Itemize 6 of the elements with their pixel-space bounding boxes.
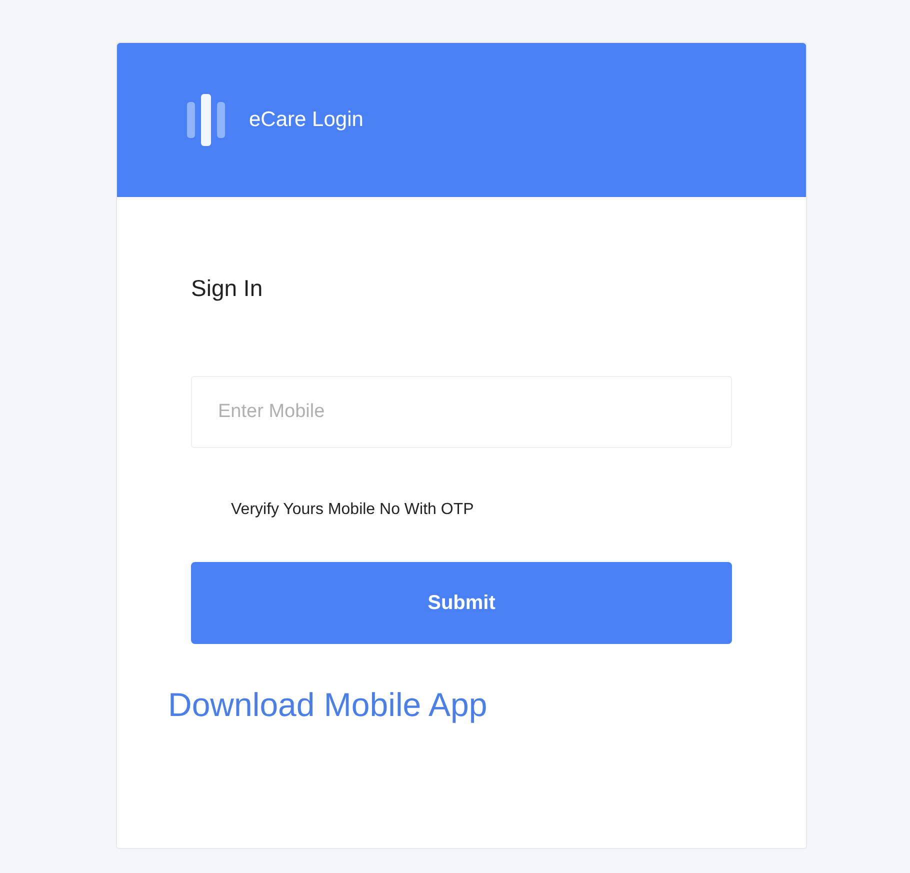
- otp-hint: Veryify Yours Mobile No With OTP: [231, 500, 474, 520]
- mobile-field[interactable]: Enter Mobile: [191, 376, 732, 448]
- header-title: eCare Login: [249, 107, 364, 134]
- submit-button[interactable]: Submit: [191, 562, 732, 644]
- sign-in-heading: Sign In: [191, 274, 263, 303]
- download-app-link[interactable]: Download Mobile App: [168, 680, 488, 729]
